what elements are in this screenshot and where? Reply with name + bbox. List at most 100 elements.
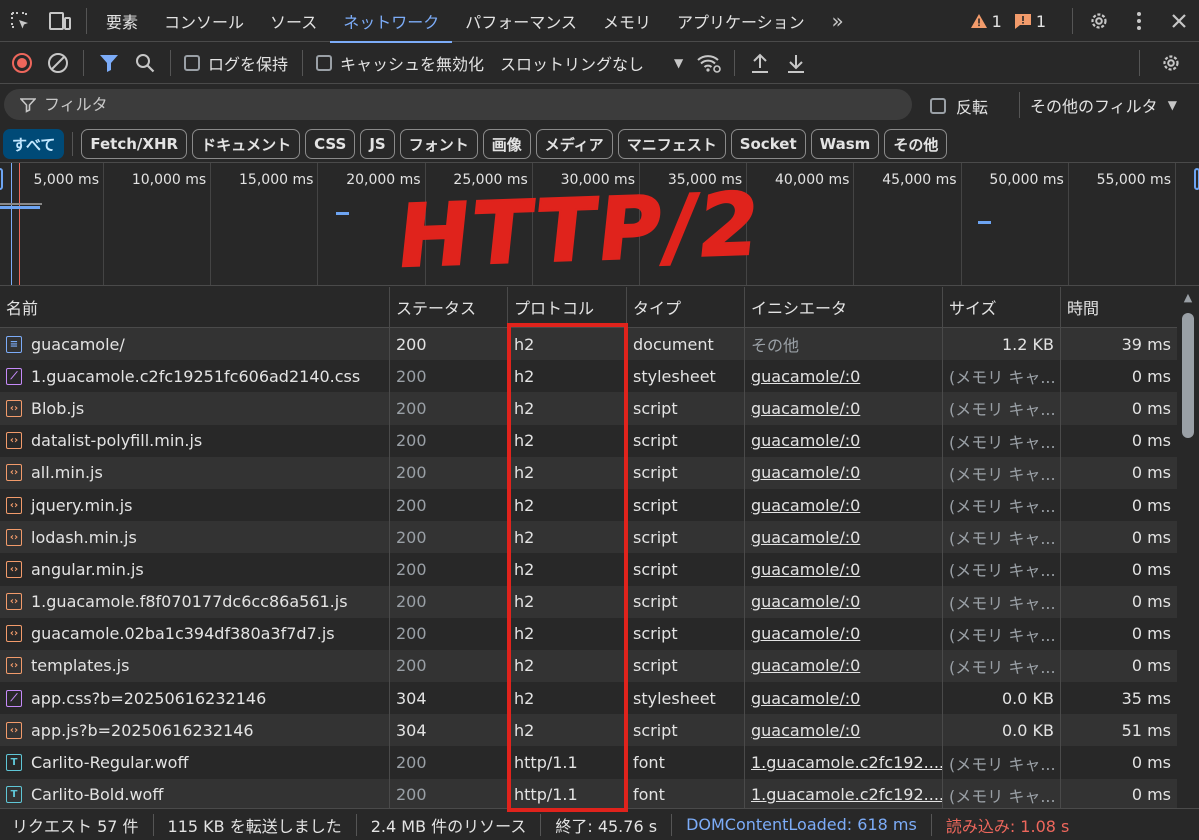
cell-initiator[interactable]: guacamole/:0 — [745, 424, 943, 457]
cell-initiator[interactable]: guacamole/:0 — [745, 682, 943, 715]
table-row[interactable]: T Carlito-Regular.woff 200 http/1.1 font 1.gu… — [0, 746, 1177, 779]
more-filters-dropdown[interactable]: その他のフィルタ ▼ — [1030, 93, 1177, 117]
cell-initiator[interactable]: guacamole/:0 — [745, 360, 943, 393]
network-settings-button[interactable] — [1153, 45, 1189, 81]
network-overview-timeline[interactable]: 5,000 ms 10,000 ms 15,000 ms 20,000 ms 25,00… — [0, 162, 1199, 286]
table-row[interactable]: ‹› jquery.min.js 200 h2 script guacamole/:0 (メ… — [0, 488, 1177, 522]
chip-wasm[interactable]: Wasm — [810, 129, 880, 159]
tab-performance[interactable]: パフォーマンス — [452, 0, 590, 42]
tab-elements[interactable]: 要素 — [93, 0, 151, 42]
cell-name[interactable]: ‹› jquery.min.js — [0, 488, 390, 522]
close-icon[interactable] — [1159, 0, 1199, 42]
search-button[interactable] — [127, 45, 163, 81]
cell-name[interactable]: ‹› datalist-polyfill.min.js — [0, 424, 390, 457]
stop-recording-button[interactable] — [4, 45, 40, 81]
filter-toggle-button[interactable] — [91, 45, 127, 81]
disable-cache-checkbox[interactable] — [316, 54, 333, 71]
tab-application[interactable]: アプリケーション — [664, 0, 818, 42]
cell-initiator[interactable]: guacamole/:0 — [745, 585, 943, 618]
cell-initiator[interactable]: guacamole/:0 — [745, 488, 943, 522]
cell-name[interactable]: T Carlito-Bold.woff — [0, 778, 390, 808]
scrollbar-thumb[interactable] — [1182, 313, 1194, 438]
cell-initiator[interactable]: 1.guacamole.c2fc192....c — [745, 746, 943, 779]
cell-initiator[interactable]: guacamole/:0 — [745, 521, 943, 554]
invert-filter[interactable]: 反転 — [930, 94, 988, 118]
table-row[interactable]: ‹› all.min.js 200 h2 script guacamole/:0 (メモリ … — [0, 456, 1177, 489]
column-header-protocol[interactable]: プロトコル — [508, 287, 627, 327]
column-header-status[interactable]: ステータス — [390, 287, 508, 327]
cell-name[interactable]: ‹› angular.min.js — [0, 553, 390, 586]
table-row[interactable]: ‹› Blob.js 200 h2 script guacamole/:0 (メモリ キャ.… — [0, 392, 1177, 425]
scroll-up-icon[interactable]: ▲ — [1181, 292, 1195, 303]
cell-name[interactable]: ‹› guacamole.02ba1c394df380a3f7d7.js — [0, 617, 390, 650]
chip-document[interactable]: ドキュメント — [192, 129, 301, 159]
chip-fetch-xhr[interactable]: Fetch/XHR — [81, 129, 188, 159]
tab-network[interactable]: ネットワーク — [330, 0, 453, 43]
chip-image[interactable]: 画像 — [482, 129, 531, 159]
table-row[interactable]: ‹› guacamole.02ba1c394df380a3f7d7.js 200 h2… — [0, 617, 1177, 650]
cell-initiator[interactable]: guacamole/:0 — [745, 456, 943, 489]
cell-initiator[interactable]: guacamole/:0 — [745, 553, 943, 586]
import-har-button[interactable] — [742, 45, 778, 81]
cell-initiator[interactable]: guacamole/:0 — [745, 649, 943, 683]
cell-name[interactable]: ‹› templates.js — [0, 649, 390, 683]
column-header-initiator[interactable]: イニシエータ — [745, 287, 943, 327]
cell-name[interactable]: ‹› Blob.js — [0, 392, 390, 425]
divider — [734, 49, 736, 76]
table-row[interactable]: ⟋ app.css?b=20250616232146 304 h2 stylesheet… — [0, 682, 1177, 715]
network-conditions-button[interactable] — [691, 45, 727, 81]
tab-memory[interactable]: メモリ — [590, 0, 664, 42]
table-row[interactable]: ‹› angular.min.js 200 h2 script guacamole/:0(… — [0, 553, 1177, 586]
cell-name[interactable]: ‹› 1.guacamole.f8f070177dc6cc86a561.js — [0, 585, 390, 618]
warnings-badge[interactable]: 1 — [970, 12, 1002, 31]
cell-initiator[interactable]: guacamole/:0 — [745, 392, 943, 425]
chip-manifest[interactable]: マニフェスト — [617, 129, 726, 159]
cell-name[interactable]: ⟋ 1.guacamole.c2fc19251fc606ad2140.css — [0, 360, 390, 393]
column-header-size[interactable]: サイズ — [943, 287, 1061, 327]
tab-sources[interactable]: ソース — [257, 0, 330, 42]
cell-name[interactable]: ⟋ app.css?b=20250616232146 — [0, 682, 390, 715]
more-options-icon[interactable] — [1119, 0, 1159, 42]
filter-input[interactable] — [44, 95, 884, 114]
table-scrollbar[interactable]: ▲ — [1177, 287, 1199, 808]
invert-checkbox[interactable] — [930, 98, 946, 114]
chip-all[interactable]: すべて — [3, 129, 65, 159]
table-row[interactable]: ‹› templates.js 200 h2 script guacamole/:0 (メモ… — [0, 649, 1177, 683]
cell-initiator[interactable]: guacamole/:0 — [745, 617, 943, 650]
settings-gear-icon[interactable] — [1079, 0, 1119, 42]
column-header-time[interactable]: 時間 — [1061, 287, 1177, 327]
inspect-element-icon[interactable] — [0, 0, 40, 42]
cell-initiator[interactable]: 1.guacamole.c2fc192....c — [745, 778, 943, 808]
chip-css[interactable]: CSS — [305, 129, 356, 159]
column-header-name[interactable]: 名前 — [0, 287, 390, 327]
table-row[interactable]: ‹› 1.guacamole.f8f070177dc6cc86a561.js 200… — [0, 585, 1177, 618]
errors-badge[interactable]: 1 — [1014, 12, 1046, 31]
cell-name[interactable]: ≡ guacamole/ — [0, 328, 390, 361]
table-row[interactable]: ‹› app.js?b=20250616232146 304 h2 script guac… — [0, 714, 1177, 747]
table-row[interactable]: ‹› lodash.min.js 200 h2 script guacamole/:0 (メ… — [0, 521, 1177, 554]
clear-button[interactable] — [40, 45, 76, 81]
device-toolbar-icon[interactable] — [40, 0, 80, 42]
cell-name[interactable]: T Carlito-Regular.woff — [0, 746, 390, 779]
chip-media[interactable]: メディア — [535, 129, 613, 159]
chip-socket[interactable]: Socket — [730, 129, 806, 159]
table-row[interactable]: T Carlito-Bold.woff 200 http/1.1 font 1.guaca… — [0, 778, 1177, 808]
chip-font[interactable]: フォント — [399, 129, 478, 159]
cell-initiator[interactable]: guacamole/:0 — [745, 714, 943, 747]
filter-box[interactable] — [4, 89, 912, 120]
overview-right-handle[interactable] — [1194, 168, 1199, 190]
export-har-button[interactable] — [778, 45, 814, 81]
table-row[interactable]: ⟋ 1.guacamole.c2fc19251fc606ad2140.css 200… — [0, 360, 1177, 393]
table-row[interactable]: ≡ guacamole/200 h2 document その他 1.2 KB 39 ms — [0, 328, 1177, 361]
table-row[interactable]: ‹› datalist-polyfill.min.js 200 h2 script gua… — [0, 424, 1177, 457]
more-tabs-icon[interactable]: » — [818, 0, 858, 42]
cell-name[interactable]: ‹› all.min.js — [0, 456, 390, 489]
cell-name[interactable]: ‹› app.js?b=20250616232146 — [0, 714, 390, 747]
chip-other[interactable]: その他 — [884, 129, 948, 159]
column-header-type[interactable]: タイプ — [627, 287, 745, 327]
chip-js[interactable]: JS — [360, 129, 395, 159]
preserve-log-checkbox[interactable] — [184, 54, 200, 71]
cell-name[interactable]: ‹› lodash.min.js — [0, 521, 390, 554]
throttling-select[interactable]: スロットリングなし ▼ — [500, 51, 683, 75]
tab-console[interactable]: コンソール — [151, 0, 257, 42]
